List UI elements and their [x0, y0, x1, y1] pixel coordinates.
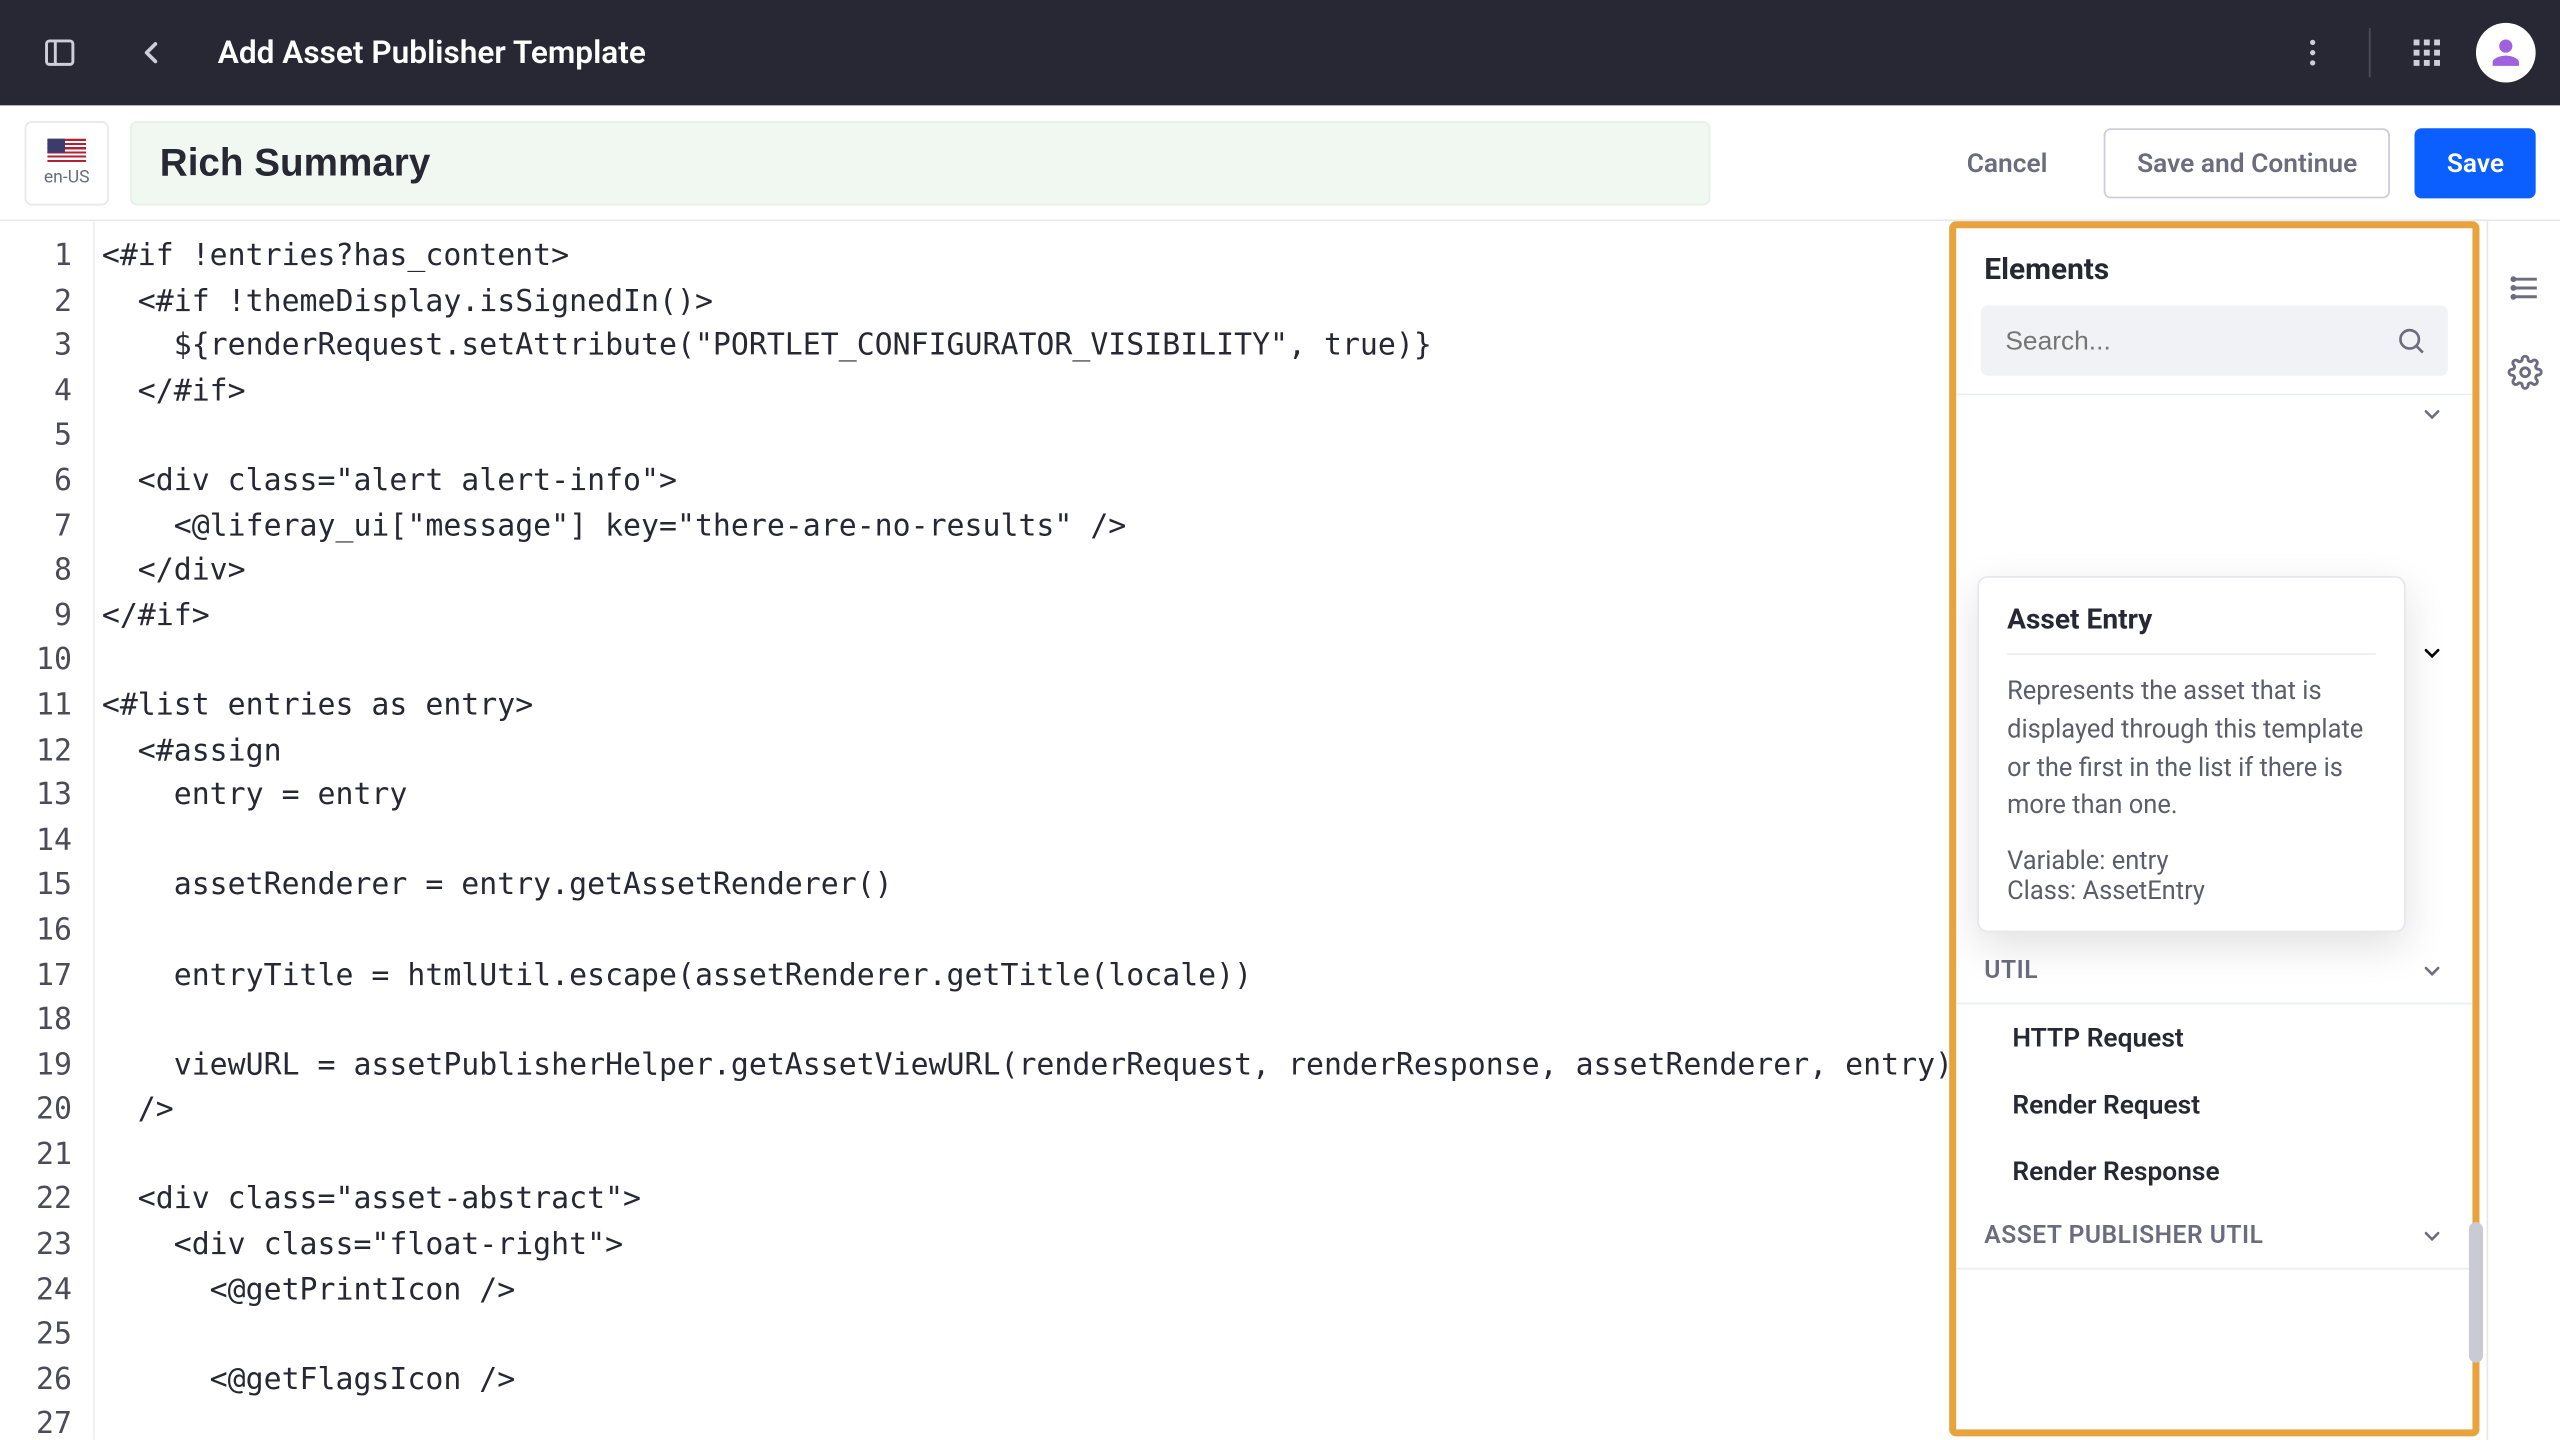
group-asset-publisher-util[interactable]: ASSET PUBLISHER UTIL: [1956, 1205, 2472, 1270]
user-avatar[interactable]: [2476, 23, 2536, 83]
template-title-field[interactable]: [130, 120, 1710, 204]
kebab-menu[interactable]: [2278, 18, 2348, 88]
line-gutter: 1234567891011121314151617181920212223242…: [0, 221, 95, 1440]
elements-panel-item[interactable]: HTTP Request: [1956, 1004, 2472, 1071]
group-util-label: UTIL: [1984, 957, 2038, 985]
elements-panel-item[interactable]: Render Request: [1956, 1071, 2472, 1138]
popover-desc: Represents the asset that is displayed t…: [2007, 673, 2376, 826]
locale-label: en-US: [44, 168, 90, 187]
elements-panel-title: Elements: [1956, 228, 2472, 305]
right-rail: [2486, 221, 2560, 1440]
elements-panel-item[interactable]: Render Response: [1956, 1138, 2472, 1205]
topbar-right: [2278, 18, 2536, 88]
topbar-left: Add Asset Publisher Template: [25, 18, 646, 88]
template-title-input[interactable]: [160, 140, 1681, 186]
asset-entry-popover: Asset Entry Represents the asset that is…: [1977, 576, 2405, 932]
group-util[interactable]: UTIL: [1956, 939, 2472, 1004]
scrollbar-thumb[interactable]: [2469, 1222, 2483, 1362]
chevron-down-icon: [2420, 1224, 2445, 1249]
back-button[interactable]: [116, 18, 186, 88]
settings-tab-icon[interactable]: [2500, 348, 2549, 397]
flag-us-icon: [47, 138, 86, 164]
elements-tab-icon[interactable]: [2500, 263, 2549, 312]
group-toggle[interactable]: [1956, 393, 2472, 444]
elements-search[interactable]: [1981, 306, 2448, 376]
chevron-down-icon: [2420, 402, 2445, 427]
product-menu-toggle[interactable]: [25, 18, 95, 88]
apps-grid-icon[interactable]: [2392, 18, 2462, 88]
actionbar: en-US Cancel Save and Continue Save: [0, 105, 2560, 221]
chevron-down-icon: [2420, 959, 2445, 984]
elements-panel: Elements Asset Entry Represents the asse…: [1949, 221, 2479, 1436]
search-icon: [2395, 325, 2427, 357]
locale-selector[interactable]: en-US: [25, 120, 109, 204]
divider: [2369, 28, 2371, 77]
page-title: Add Asset Publisher Template: [218, 34, 646, 71]
group-apu-label: ASSET PUBLISHER UTIL: [1984, 1222, 2263, 1250]
popover-variable: Variable: entry: [2007, 846, 2376, 876]
save-button[interactable]: Save: [2415, 127, 2535, 197]
elements-list[interactable]: Asset Entry Represents the asset that is…: [1956, 393, 2472, 1429]
chevron-down-icon: [2420, 641, 2445, 666]
cancel-button[interactable]: Cancel: [1935, 127, 2079, 197]
main: 1234567891011121314151617181920212223242…: [0, 221, 2560, 1440]
popover-class: Class: AssetEntry: [2007, 876, 2376, 906]
topbar: Add Asset Publisher Template: [0, 0, 2560, 105]
save-continue-button[interactable]: Save and Continue: [2104, 127, 2391, 197]
elements-search-input[interactable]: [1981, 306, 2448, 376]
popover-title: Asset Entry: [2007, 602, 2376, 635]
